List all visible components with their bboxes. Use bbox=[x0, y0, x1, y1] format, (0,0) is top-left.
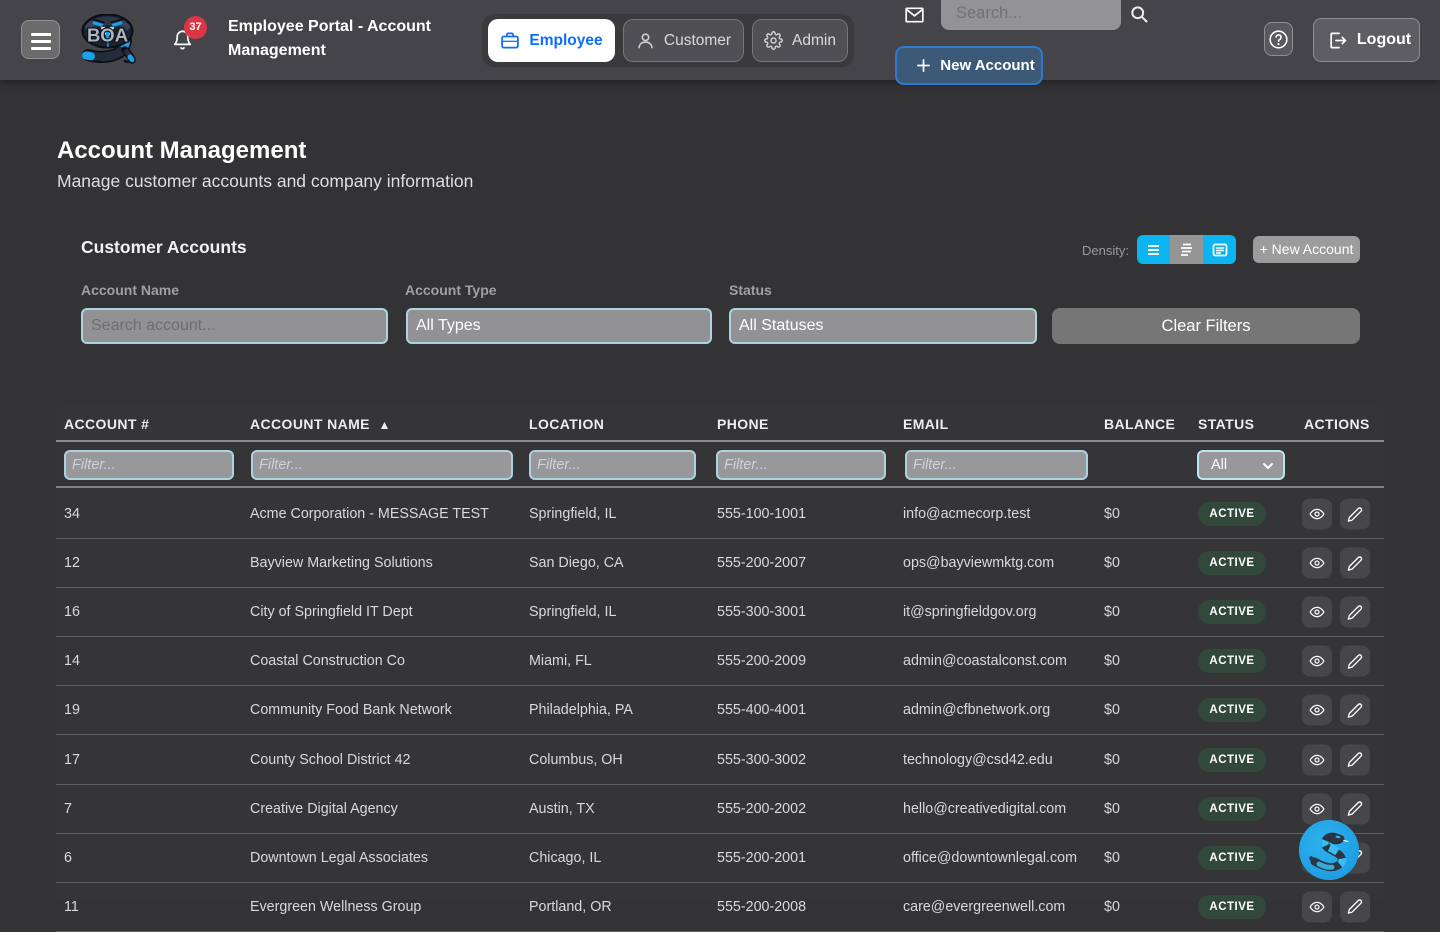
svg-text:BOA: BOA bbox=[87, 25, 128, 46]
